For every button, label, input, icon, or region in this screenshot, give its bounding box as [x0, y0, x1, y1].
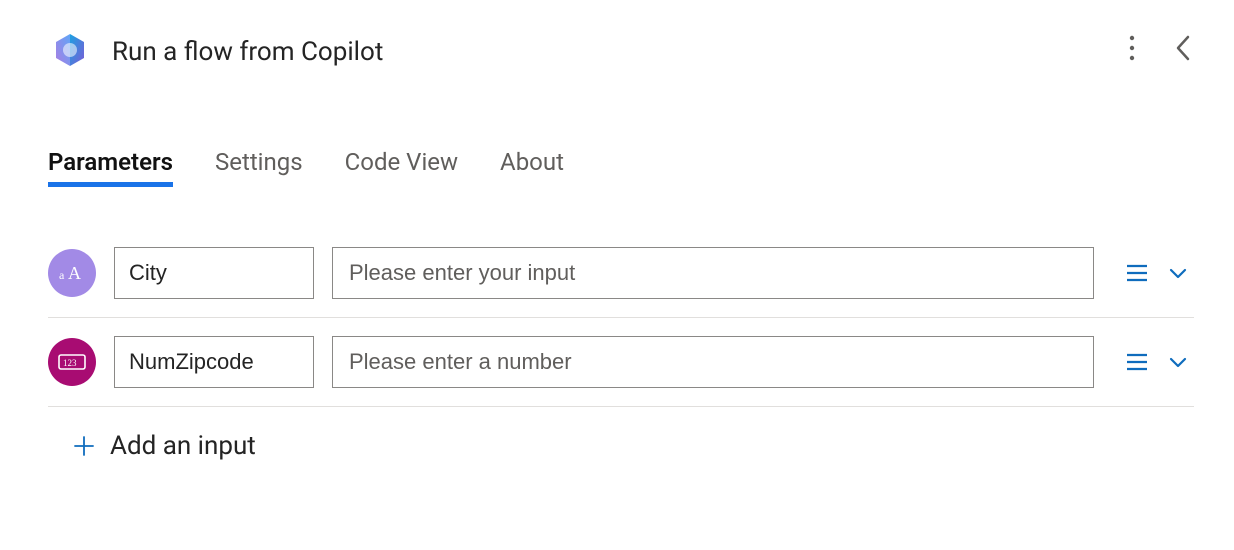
input-name-field[interactable]: [114, 247, 314, 299]
add-input-label: Add an input: [110, 431, 256, 461]
trigger-panel: Run a flow from Copilot Parameters Setti…: [0, 0, 1234, 550]
input-parameters: a A: [48, 229, 1194, 407]
chevron-left-icon: [1174, 34, 1192, 62]
chevron-down-icon: [1168, 266, 1188, 280]
collapse-panel-button[interactable]: [1168, 28, 1198, 68]
copilot-logo-icon: [48, 30, 92, 74]
list-icon: [1126, 264, 1148, 282]
row-actions: [1120, 258, 1194, 288]
panel-header: Run a flow from Copilot: [48, 24, 1194, 80]
format-options-button[interactable]: [1120, 347, 1154, 377]
text-type-icon: a A: [48, 249, 96, 297]
panel-title: Run a flow from Copilot: [112, 37, 383, 67]
expand-options-button[interactable]: [1162, 349, 1194, 375]
svg-text:a: a: [59, 268, 65, 282]
add-input-button[interactable]: Add an input: [48, 431, 1194, 461]
tab-about[interactable]: About: [500, 142, 564, 187]
expand-options-button[interactable]: [1162, 260, 1194, 286]
input-name-field[interactable]: [114, 336, 314, 388]
chevron-down-icon: [1168, 355, 1188, 369]
tab-settings[interactable]: Settings: [215, 142, 303, 187]
tab-code-view[interactable]: Code View: [345, 142, 458, 187]
list-icon: [1126, 353, 1148, 371]
number-type-icon: 123: [48, 338, 96, 386]
input-value-field[interactable]: [332, 247, 1094, 299]
tab-bar: Parameters Settings Code View About: [48, 142, 1194, 187]
more-options-button[interactable]: [1122, 28, 1142, 68]
more-vertical-icon: [1128, 34, 1136, 62]
header-actions: [1122, 28, 1198, 68]
svg-text:A: A: [68, 263, 81, 283]
tab-parameters[interactable]: Parameters: [48, 142, 173, 187]
input-row: a A: [48, 229, 1194, 318]
input-row: 123: [48, 318, 1194, 407]
format-options-button[interactable]: [1120, 258, 1154, 288]
input-value-field[interactable]: [332, 336, 1094, 388]
row-actions: [1120, 347, 1194, 377]
plus-icon: [72, 434, 96, 458]
svg-text:123: 123: [63, 358, 77, 368]
